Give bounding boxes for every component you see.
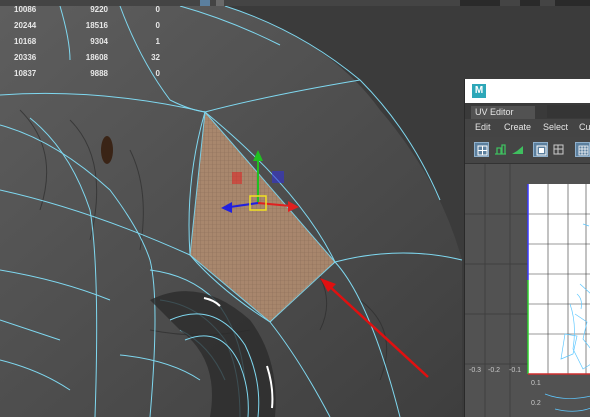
toolbar-field-2[interactable] (520, 0, 540, 6)
tick-label: -0.3 (469, 367, 482, 374)
hud-row: 10168 9304 1 (14, 37, 160, 53)
tick-label: 0.2 (531, 400, 541, 407)
hud-value: 9888 (90, 69, 108, 78)
tab-bar-filler (547, 105, 590, 118)
toolbar-icon-2[interactable] (216, 0, 224, 6)
uv-editor-tab-bar: UV Editor (465, 103, 590, 120)
menu-select[interactable]: Select (543, 122, 568, 132)
uv-canvas-graphics[interactable] (465, 164, 590, 417)
uv-canvas[interactable]: -0.3 -0.2 -0.1 0.1 0.2 (465, 164, 590, 417)
hud-value: 32 (151, 53, 160, 62)
dark-spot (101, 136, 113, 164)
hud-value: 0 (155, 69, 160, 78)
uv-editor-menubar: Edit Create Select Cu (465, 119, 590, 137)
hud-value: 0 (155, 5, 160, 14)
uv-shell-icon[interactable] (493, 142, 508, 157)
tick-label: -0.1 (509, 367, 522, 374)
hud-value: 10837 (14, 69, 37, 78)
maya-logo-icon: M (472, 84, 486, 98)
uv-editor-window[interactable]: M UV Editor Edit Create Select Cu -0.3 -… (464, 79, 590, 417)
hud-value: 18608 (85, 53, 108, 62)
toolbar-icon-1[interactable] (200, 0, 210, 6)
hud-value: 1 (155, 37, 160, 46)
uv-texture-icon[interactable] (551, 142, 566, 157)
manip-plane-red (232, 172, 242, 184)
hud-value: 9220 (90, 5, 108, 14)
menu-create[interactable]: Create (504, 122, 531, 132)
uv-editor-toolbar (465, 137, 590, 164)
manip-plane-blue (272, 171, 284, 183)
uv-grid-snap-icon[interactable] (575, 142, 590, 157)
uv-checker-icon[interactable] (533, 142, 548, 157)
hud-value: 9304 (90, 37, 108, 46)
uv-grid-icon[interactable] (474, 142, 489, 157)
hud-value: 10168 (14, 37, 37, 46)
hud-value: 20244 (14, 21, 37, 30)
hud-row: 20336 18608 32 (14, 53, 160, 69)
tab-uv-editor[interactable]: UV Editor (471, 106, 535, 120)
hud-value: 10086 (14, 5, 37, 14)
uv-editor-titlebar[interactable]: M (465, 79, 590, 103)
toolbar-field-1[interactable] (460, 0, 500, 6)
tick-label: 0.1 (531, 380, 541, 387)
hud-row: 10086 9220 0 (14, 5, 160, 21)
uv-distort-icon[interactable] (510, 142, 525, 157)
tick-label: -0.2 (488, 367, 501, 374)
hud-row: 20244 18516 0 (14, 21, 160, 37)
toolbar-field-3[interactable] (555, 0, 590, 6)
uv-tile (528, 184, 590, 374)
menu-edit[interactable]: Edit (475, 122, 491, 132)
hud-value: 20336 (14, 53, 37, 62)
poly-count-hud: 10086 9220 0 20244 18516 0 10168 9304 1 … (14, 5, 160, 85)
hud-value: 0 (155, 21, 160, 30)
hud-row: 10837 9888 0 (14, 69, 160, 85)
hud-value: 18516 (85, 21, 108, 30)
menu-cu[interactable]: Cu (579, 122, 590, 132)
